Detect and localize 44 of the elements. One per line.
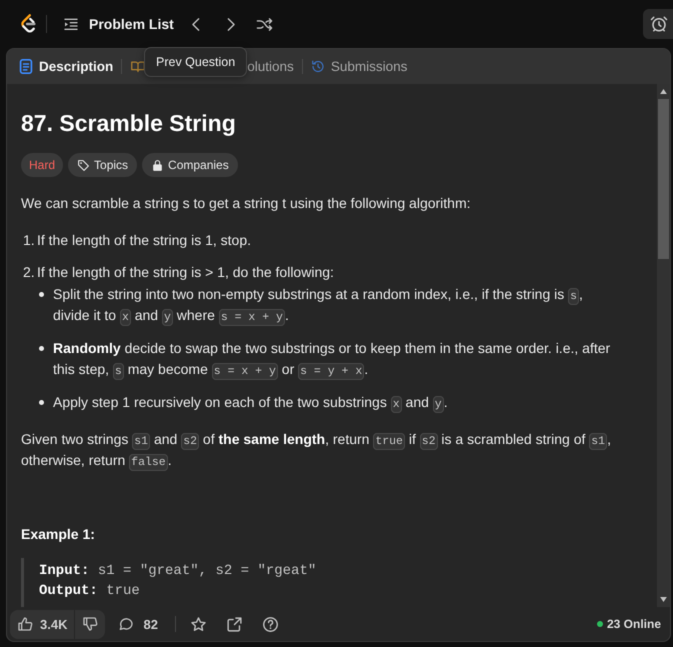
example-line: Input: s1 = "great", s2 = "rgeat" <box>39 562 318 581</box>
list-number: 2. <box>23 263 36 282</box>
list-item-text: If the length of the string is > 1, do the following: <box>37 263 335 282</box>
topics-button[interactable]: Topics <box>68 153 138 177</box>
tab[interactable]: olutions <box>247 59 294 74</box>
help-icon[interactable] <box>262 616 279 632</box>
shuffle-icon[interactable] <box>256 16 273 32</box>
thumbs-down-icon <box>82 616 98 632</box>
tab[interactable]: Description <box>19 59 114 74</box>
comments-button[interactable]: 82 <box>111 610 165 638</box>
scroll-up-icon[interactable] <box>660 89 667 94</box>
scrollbar-thumb[interactable] <box>658 99 669 259</box>
scrollbar[interactable] <box>657 84 670 607</box>
problem-list-button[interactable]: Problem List <box>63 16 174 32</box>
book-icon <box>130 59 146 74</box>
companies-button[interactable]: Companies <box>142 153 238 177</box>
difficulty-label: Hard <box>21 153 64 177</box>
example-heading: Example 1: <box>21 525 96 544</box>
list-icon <box>63 16 79 32</box>
timer-button[interactable] <box>643 9 673 39</box>
description-text: We can scramble a string s to get a string t using the following algorithm: <box>21 194 472 213</box>
tooltip: Prev Question <box>144 47 248 77</box>
tab[interactable]: Submissions <box>310 59 408 74</box>
bullet-icon <box>39 400 44 405</box>
thumbs-up-icon <box>17 616 33 632</box>
tab[interactable] <box>130 59 146 74</box>
share-icon[interactable] <box>226 616 243 632</box>
tag-icon <box>77 158 90 172</box>
list-number: 1. <box>23 231 36 250</box>
bullet-icon <box>39 346 44 351</box>
comment-icon <box>118 616 134 632</box>
lock-icon <box>151 158 164 172</box>
star-icon[interactable] <box>190 616 207 632</box>
alarm-clock-icon <box>650 15 668 33</box>
problem-title: 87. Scramble String <box>21 109 237 138</box>
document-icon <box>19 59 33 74</box>
scroll-down-icon[interactable] <box>660 597 667 602</box>
like-button[interactable]: 3.4K <box>10 610 74 638</box>
list-item-text: If the length of the string is 1, stop. <box>37 231 252 250</box>
online-dot-icon <box>596 621 603 627</box>
history-icon <box>310 59 325 74</box>
bullet-icon <box>39 292 44 297</box>
example-line: Output: true <box>39 582 141 601</box>
online-count: 23 Online <box>606 617 661 631</box>
